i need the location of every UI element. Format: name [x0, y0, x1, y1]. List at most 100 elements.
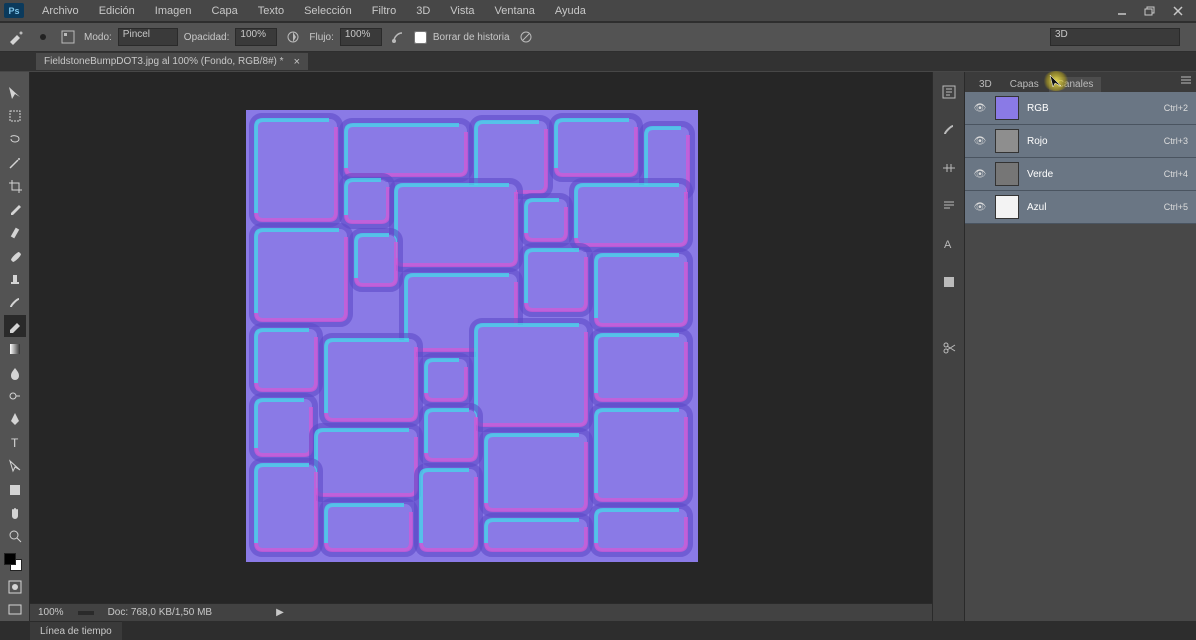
zoom-tool[interactable]: [4, 526, 26, 547]
airbrush-icon[interactable]: [388, 27, 408, 47]
paragraph-icon[interactable]: [939, 196, 959, 216]
properties-icon[interactable]: [939, 82, 959, 102]
brush-panel-toggle-icon[interactable]: [58, 27, 78, 47]
channel-shortcut: Ctrl+4: [1164, 169, 1188, 179]
modo-label: Modo:: [84, 32, 112, 43]
adjustments-icon[interactable]: [939, 158, 959, 178]
menu-imagen[interactable]: Imagen: [145, 3, 202, 19]
menubar: Ps Archivo Edición Imagen Capa Texto Sel…: [0, 0, 1196, 22]
zoom-slider-icon[interactable]: [78, 608, 94, 618]
channel-thumbnail: [995, 96, 1019, 120]
path-select-tool[interactable]: [4, 456, 26, 477]
channel-shortcut: Ctrl+3: [1164, 136, 1188, 146]
channel-label: Azul: [1027, 202, 1046, 213]
svg-text:A: A: [944, 239, 952, 251]
eraser-brush-icon[interactable]: [6, 27, 26, 47]
right-collapsed-panels: A: [932, 72, 964, 621]
menu-vista[interactable]: Vista: [440, 3, 484, 19]
window-controls: [1110, 3, 1196, 19]
channel-azul[interactable]: 👁 Azul Ctrl+5: [965, 191, 1196, 224]
channel-shortcut: Ctrl+2: [1164, 103, 1188, 113]
marquee-tool[interactable]: [4, 105, 26, 126]
panel-tab-3d[interactable]: 3D: [971, 77, 1000, 92]
channel-label: Rojo: [1027, 136, 1048, 147]
brush-preview-icon[interactable]: [32, 27, 52, 47]
historia-checkbox[interactable]: [414, 31, 427, 44]
visibility-icon[interactable]: 👁: [973, 202, 987, 213]
blur-tool[interactable]: [4, 362, 26, 383]
panel-tab-capas[interactable]: Capas: [1002, 77, 1047, 92]
zoom-level[interactable]: 100%: [38, 607, 64, 618]
pressure-size-icon[interactable]: [516, 27, 536, 47]
eraser-tool[interactable]: [4, 315, 26, 336]
opacidad-label: Opacidad:: [184, 32, 230, 43]
menu-ventana[interactable]: Ventana: [485, 3, 545, 19]
channel-rojo[interactable]: 👁 Rojo Ctrl+3: [965, 125, 1196, 158]
brushes-icon[interactable]: [939, 120, 959, 140]
stamp-tool[interactable]: [4, 269, 26, 290]
timeline-tab[interactable]: Línea de tiempo: [30, 621, 122, 640]
color-swatches[interactable]: [4, 553, 26, 574]
scissors-icon[interactable]: [939, 338, 959, 358]
close-button[interactable]: [1166, 3, 1190, 19]
restore-button[interactable]: [1138, 3, 1162, 19]
canvas-image: [246, 110, 698, 562]
minimize-button[interactable]: [1110, 3, 1134, 19]
toolbox: T: [0, 72, 30, 621]
heal-tool[interactable]: [4, 222, 26, 243]
move-tool[interactable]: [4, 82, 26, 103]
menu-filtro[interactable]: Filtro: [362, 3, 406, 19]
modo-select[interactable]: Pincel: [118, 28, 178, 46]
flujo-input[interactable]: 100%: [340, 28, 382, 46]
document-tab[interactable]: FieldstoneBumpDOT3.jpg al 100% (Fondo, R…: [36, 53, 308, 70]
flujo-label: Flujo:: [309, 32, 333, 43]
channel-label: RGB: [1027, 103, 1049, 114]
character-icon[interactable]: A: [939, 234, 959, 254]
close-icon[interactable]: ×: [294, 56, 300, 68]
shape-tool[interactable]: [4, 479, 26, 500]
wand-tool[interactable]: [4, 152, 26, 173]
menu-seleccion[interactable]: Selección: [294, 3, 362, 19]
crop-tool[interactable]: [4, 175, 26, 196]
dodge-tool[interactable]: [4, 385, 26, 406]
menu-3d[interactable]: 3D: [406, 3, 440, 19]
lasso-tool[interactable]: [4, 129, 26, 150]
pen-tool[interactable]: [4, 409, 26, 430]
eyedropper-tool[interactable]: [4, 199, 26, 220]
type-tool[interactable]: T: [4, 432, 26, 453]
channel-verde[interactable]: 👁 Verde Ctrl+4: [965, 158, 1196, 191]
panels-area: 3D Capas Canales 👁 RGB Ctrl+2 👁: [964, 72, 1196, 621]
history-brush-tool[interactable]: [4, 292, 26, 313]
channel-label: Verde: [1027, 169, 1053, 180]
play-icon[interactable]: ▶: [276, 607, 284, 618]
menu-capa[interactable]: Capa: [201, 3, 247, 19]
panel-menu-icon[interactable]: [1180, 75, 1192, 85]
workspace: T A: [0, 72, 1196, 621]
document-tab-title: FieldstoneBumpDOT3.jpg al 100% (Fondo, R…: [44, 56, 284, 67]
channel-thumbnail: [995, 162, 1019, 186]
visibility-icon[interactable]: 👁: [973, 136, 987, 147]
foreground-color-swatch[interactable]: [4, 553, 16, 565]
channel-shortcut: Ctrl+5: [1164, 202, 1188, 212]
menu-texto[interactable]: Texto: [248, 3, 294, 19]
styles-icon[interactable]: [939, 272, 959, 292]
historia-label: Borrar de historia: [433, 32, 510, 43]
brush-tool[interactable]: [4, 245, 26, 266]
screenmode-toggle[interactable]: [4, 600, 26, 621]
opacidad-input[interactable]: 100%: [235, 28, 277, 46]
pressure-opacity-icon[interactable]: [283, 27, 303, 47]
menu-ayuda[interactable]: Ayuda: [545, 3, 596, 19]
workspace-selector[interactable]: 3D: [1050, 28, 1180, 46]
visibility-icon[interactable]: 👁: [973, 169, 987, 180]
menu-edicion[interactable]: Edición: [89, 3, 145, 19]
menu-archivo[interactable]: Archivo: [32, 3, 89, 19]
canvas-area[interactable]: [30, 72, 932, 621]
gradient-tool[interactable]: [4, 339, 26, 360]
quickmask-toggle[interactable]: [4, 576, 26, 597]
visibility-icon[interactable]: 👁: [973, 103, 987, 114]
hand-tool[interactable]: [4, 502, 26, 523]
document-tab-bar: FieldstoneBumpDOT3.jpg al 100% (Fondo, R…: [0, 52, 1196, 71]
panel-tab-canales[interactable]: Canales: [1049, 77, 1102, 92]
channel-rgb[interactable]: 👁 RGB Ctrl+2: [965, 92, 1196, 125]
channel-thumbnail: [995, 195, 1019, 219]
